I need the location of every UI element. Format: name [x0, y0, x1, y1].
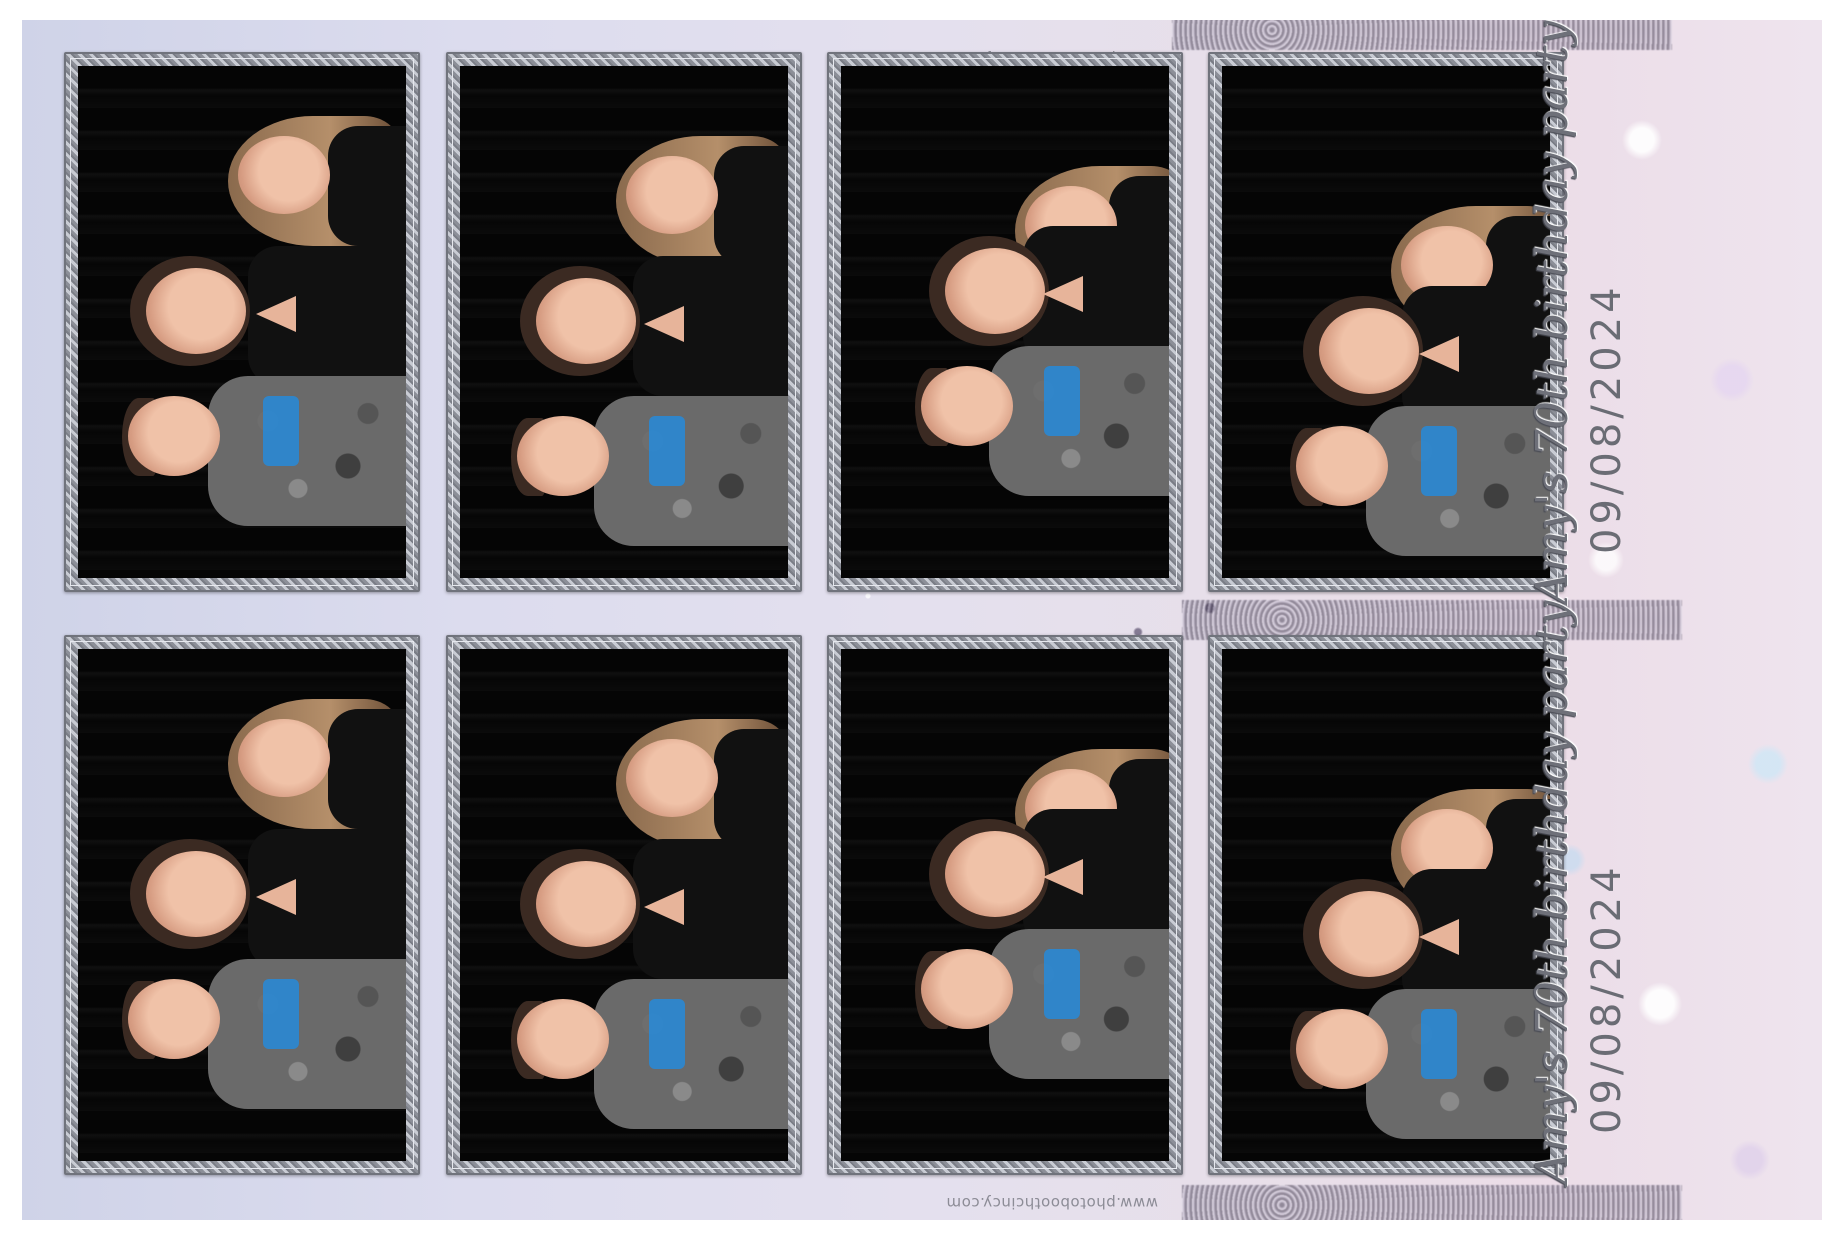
boy-camo-shirt: [989, 929, 1169, 1079]
shirt-logo: [649, 999, 686, 1069]
shirt-logo: [1421, 426, 1458, 496]
girl-shirt: [328, 709, 406, 829]
woman-face: [945, 248, 1045, 334]
shirt-logo: [1044, 949, 1080, 1019]
boy-face: [921, 366, 1013, 446]
woman-neckline: [256, 296, 296, 332]
woman-neckline: [1043, 859, 1083, 895]
woman-face: [536, 861, 637, 947]
event-date: 09/08/2024: [1584, 283, 1630, 554]
event-title: Amy's 70th birthday party: [1527, 600, 1578, 1184]
photo-frame: [1208, 52, 1564, 592]
glitter-decoration: [1172, 20, 1672, 50]
girl-face: [625, 739, 718, 817]
booth-photo: [460, 649, 788, 1161]
photo-frame: [64, 635, 420, 1175]
woman-neckline: [1043, 276, 1083, 312]
woman-face: [1318, 308, 1419, 394]
boy-face: [128, 979, 220, 1059]
photo-frame: [827, 52, 1183, 592]
woman-face: [536, 278, 637, 364]
girl-face: [625, 156, 718, 234]
woman-face: [146, 268, 246, 354]
photo-frame: [446, 635, 802, 1175]
event-caption-bottom: Amy's 70th birthday party 09/08/2024: [1527, 600, 1727, 1190]
boy-face: [128, 396, 220, 476]
woman-neckline: [643, 306, 684, 342]
photo-frame: [1208, 635, 1564, 1175]
woman-face: [146, 851, 246, 937]
booth-photo: [841, 649, 1169, 1161]
booth-photo: [78, 649, 406, 1161]
boy-camo-shirt: [1366, 989, 1550, 1139]
woman-neckline: [643, 889, 684, 925]
shirt-logo: [1044, 366, 1080, 436]
girl-shirt: [328, 126, 406, 246]
boy-face: [517, 999, 609, 1079]
boy-face: [921, 949, 1013, 1029]
photo-frame: [446, 52, 802, 592]
girl-shirt: [714, 146, 788, 266]
boy-camo-shirt: [594, 396, 788, 546]
shirt-logo: [649, 416, 686, 486]
booth-photo: [1222, 649, 1550, 1161]
booth-photo: [1222, 66, 1550, 578]
shirt-logo: [1421, 1009, 1458, 1079]
boy-face: [517, 416, 609, 496]
event-date: 09/08/2024: [1584, 863, 1630, 1134]
boy-camo-shirt: [208, 376, 406, 526]
booth-photo: [841, 66, 1169, 578]
woman-face: [945, 831, 1045, 917]
girl-face: [238, 136, 330, 214]
boy-camo-shirt: [594, 979, 788, 1129]
girl-face: [238, 719, 330, 797]
boy-camo-shirt: [989, 346, 1169, 496]
woman-neckline: [1419, 919, 1460, 955]
woman-face: [1318, 891, 1419, 977]
boy-camo-shirt: [208, 959, 406, 1109]
event-title: Amy's 70th birthday party: [1527, 20, 1578, 604]
photo-grid: [64, 52, 1604, 1202]
booth-photo: [78, 66, 406, 578]
girl-shirt: [714, 729, 788, 849]
photo-strip-sheet: www.photoboothcincy.com www.photoboothci…: [22, 20, 1822, 1220]
shirt-logo: [263, 396, 299, 466]
photo-frame: [827, 635, 1183, 1175]
shirt-logo: [263, 979, 299, 1049]
event-caption-top: Amy's 70th birthday party 09/08/2024: [1527, 20, 1727, 610]
boy-face: [1296, 426, 1388, 506]
booth-photo: [460, 66, 788, 578]
boy-camo-shirt: [1366, 406, 1550, 556]
woman-neckline: [256, 879, 296, 915]
woman-neckline: [1419, 336, 1460, 372]
photo-frame: [64, 52, 420, 592]
boy-face: [1296, 1009, 1388, 1089]
